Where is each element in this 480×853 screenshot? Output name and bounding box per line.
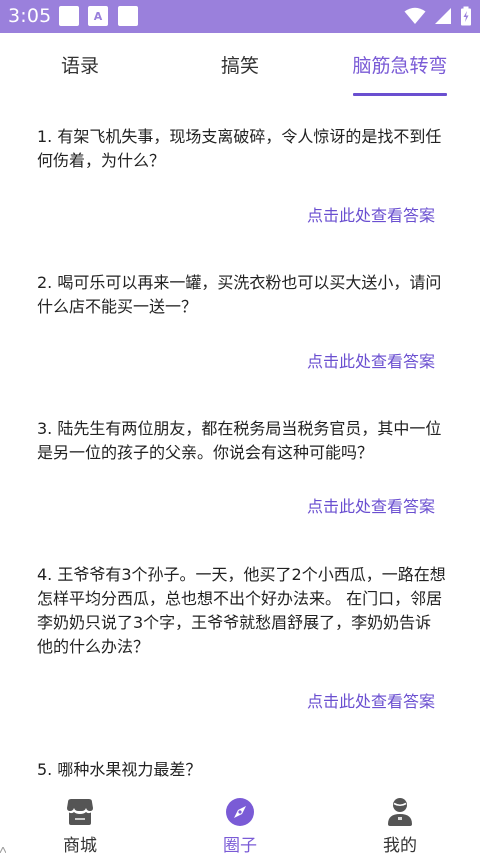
category-tabs: 语录 搞笑 脑筋急转弯 — [0, 33, 480, 97]
bottom-nav: 商城 圈子 我的 — [0, 787, 480, 853]
active-tab-indicator — [353, 93, 447, 96]
notification-a-icon: A — [88, 6, 108, 26]
nav-profile[interactable]: 我的 — [360, 797, 440, 853]
question-text: 2. 喝可乐可以再来一罐，买洗衣粉也可以买大送小，请问什么店不能买一送一？ — [37, 273, 442, 316]
question-text: 1. 有架飞机失事，现场支离破碎，令人惊讶的是找不到任何伤着，为什么？ — [37, 127, 442, 170]
nav-store-label: 商城 — [63, 836, 97, 853]
signal-icon — [435, 8, 451, 24]
view-answer-link[interactable]: 点击此处查看答案 — [307, 202, 435, 226]
wifi-icon — [404, 7, 426, 24]
compass-icon — [226, 798, 254, 826]
nav-store[interactable]: 商城 — [40, 797, 120, 853]
nav-circle[interactable]: 圈子 — [200, 797, 280, 853]
corner-mark — [0, 847, 6, 853]
notification-icon — [118, 6, 138, 26]
tab-brain-teasers[interactable]: 脑筋急转弯 — [345, 51, 455, 78]
view-answer-link[interactable]: 点击此处查看答案 — [307, 348, 435, 372]
tab-funny[interactable]: 搞笑 — [200, 51, 280, 78]
nav-profile-label: 我的 — [383, 836, 417, 853]
notification-icon — [59, 6, 79, 26]
store-icon — [67, 799, 93, 825]
view-answer-link[interactable]: 点击此处查看答案 — [307, 688, 435, 712]
notification-a-letter: A — [93, 9, 103, 23]
tab-quotes[interactable]: 语录 — [40, 51, 120, 78]
nav-circle-label: 圈子 — [223, 836, 257, 853]
battery-icon — [461, 6, 471, 26]
question-text: 5. 哪种水果视力最差？ — [37, 760, 202, 779]
view-answer-link[interactable]: 点击此处查看答案 — [307, 493, 435, 517]
status-time: 3:05 — [8, 5, 52, 27]
question-text: 3. 陆先生有两位朋友，都在税务局当税务官员，其中一位是另一位的孩子的父亲。你说… — [37, 419, 442, 462]
status-icons — [404, 6, 472, 26]
status-bar: 3:05 A — [0, 0, 480, 33]
user-icon — [388, 798, 412, 826]
question-text: 4. 王爷爷有3个孙子。一天，他买了2个小西瓜，一路在想怎样平均分西瓜，总也想不… — [37, 565, 446, 656]
